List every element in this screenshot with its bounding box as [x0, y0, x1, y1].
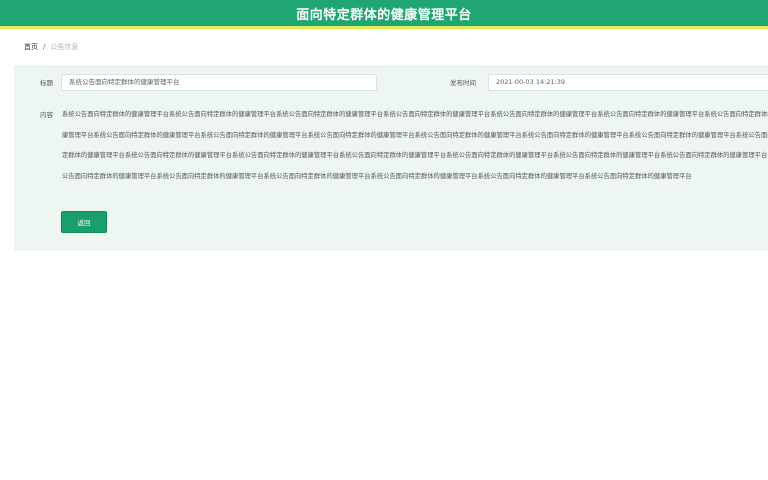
breadcrumb-home-link[interactable]: 首页: [24, 42, 38, 52]
breadcrumb: 首页 / 公告信息: [24, 42, 78, 52]
top-header: 面向特定群体的健康管理平台: [0, 0, 768, 26]
breadcrumb-separator: /: [43, 43, 46, 51]
page: 面向特定群体的健康管理平台 首页 / 公告信息 标题 系统公告面向特定群体的健康…: [0, 0, 768, 480]
title-field[interactable]: 系统公告面向特定群体的健康管理平台: [61, 74, 377, 91]
publish-time-field[interactable]: 2021-00-03 14:21:39: [488, 74, 768, 91]
header-accent-line: [0, 26, 768, 29]
back-button[interactable]: 返回: [61, 211, 107, 233]
content-label: 内容: [40, 111, 53, 119]
title-label: 标题: [40, 79, 53, 87]
announcement-detail-panel: 标题 系统公告面向特定群体的健康管理平台 发布时间 2021-00-03 14:…: [14, 66, 768, 251]
breadcrumb-current: 公告信息: [50, 43, 79, 51]
content-body: 系统公告面向特定群体的健康管理平台系统公告面向特定群体的健康管理平台系统公告面向…: [62, 111, 768, 180]
app-title: 面向特定群体的健康管理平台: [296, 7, 472, 23]
publish-time-label: 发布时间: [450, 79, 476, 87]
